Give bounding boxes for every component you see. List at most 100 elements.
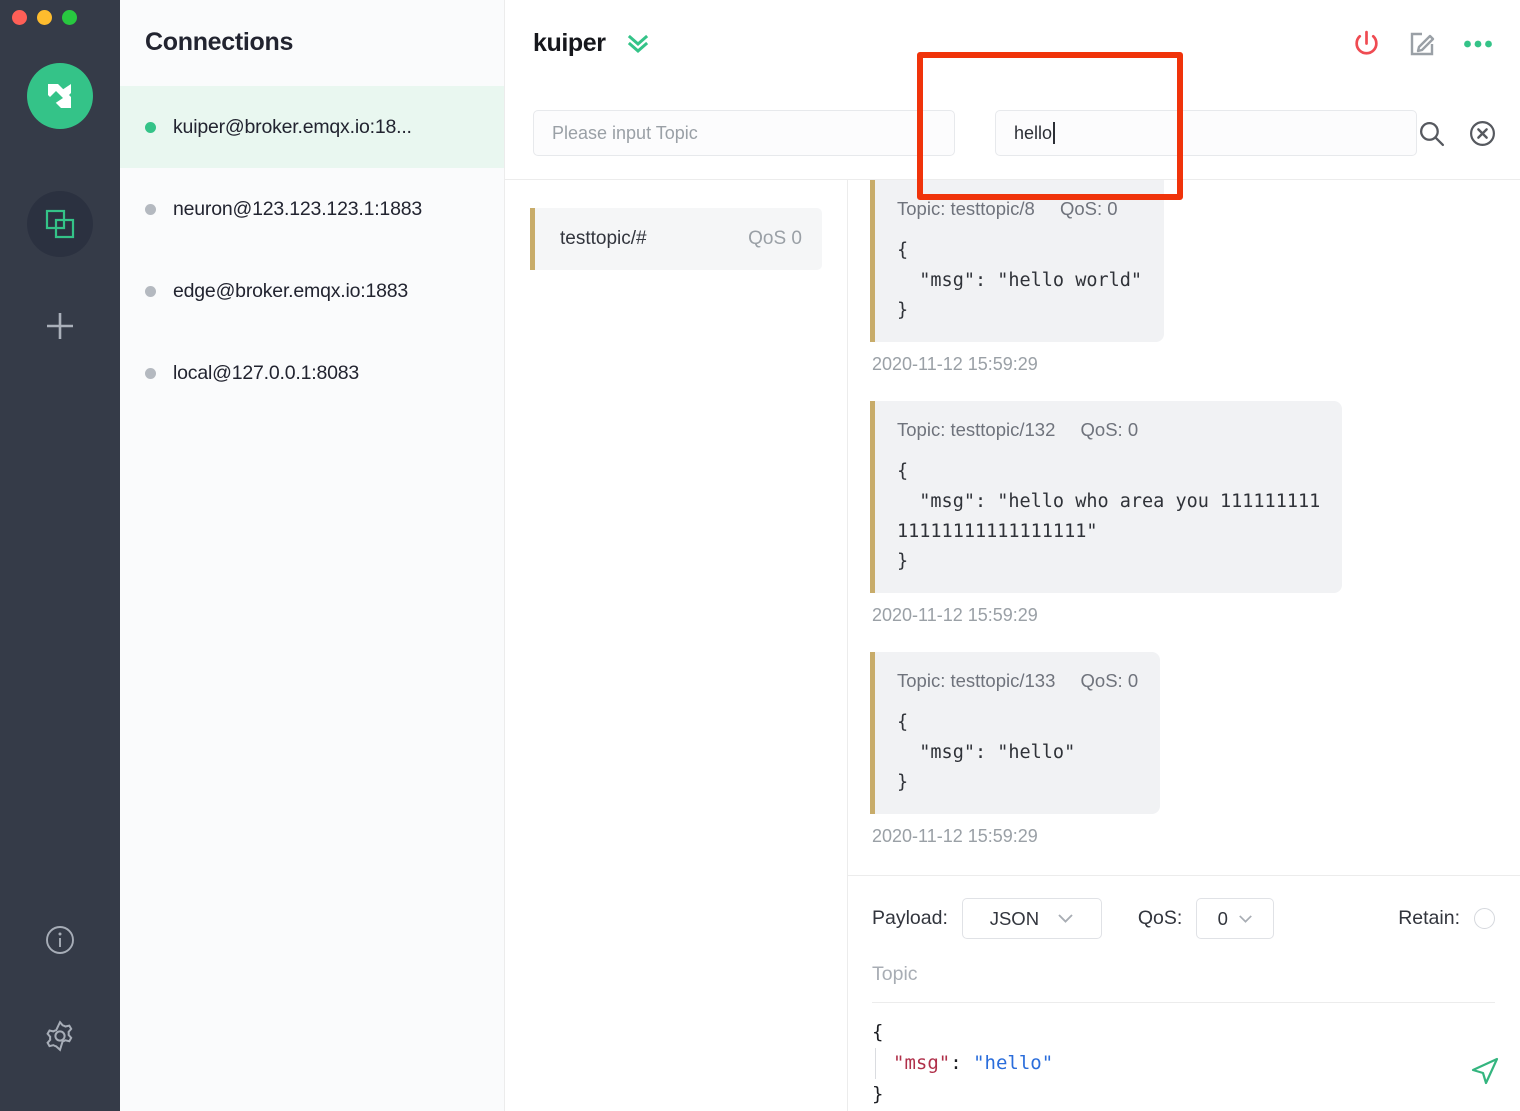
connection-topbar: kuiper bbox=[505, 0, 1520, 87]
search-toolbar: Please input Topic hello bbox=[505, 87, 1520, 180]
publish-options-row: Payload: JSON QoS: 0 Retain: bbox=[872, 898, 1495, 939]
message-meta: Topic: testtopic/8 QoS: 0 bbox=[897, 198, 1142, 220]
connection-item-local[interactable]: local@127.0.0.1:8083 bbox=[120, 332, 504, 414]
editor-line-open: { bbox=[872, 1021, 884, 1043]
left-rail bbox=[0, 0, 120, 1111]
messages-column: Topic: testtopic/8 QoS: 0 { "msg": "hell… bbox=[848, 180, 1520, 1111]
payload-label: Payload: bbox=[872, 907, 948, 929]
search-topic-input[interactable]: Please input Topic bbox=[533, 110, 955, 156]
connection-label: edge@broker.emqx.io:1883 bbox=[173, 279, 409, 302]
window-minimize-button[interactable] bbox=[37, 10, 52, 25]
content-row: testtopic/# QoS 0 Topic: testtopic/8 QoS… bbox=[505, 180, 1520, 1111]
message-payload: { "msg": "hello" } bbox=[897, 711, 1076, 793]
status-dot-disconnected bbox=[145, 285, 156, 297]
qos-select[interactable]: 0 bbox=[1196, 898, 1275, 939]
retain-control[interactable]: Retain: bbox=[1398, 907, 1495, 930]
connection-title: kuiper bbox=[533, 29, 606, 57]
message-meta: Topic: testtopic/133 QoS: 0 bbox=[897, 670, 1138, 692]
rail-bottom-actions bbox=[0, 924, 120, 1053]
message-item: Topic: testtopic/133 QoS: 0 { "msg": "he… bbox=[870, 651, 1493, 847]
mqttx-app-window: Connections kuiper@broker.emqx.io:18... … bbox=[0, 0, 1520, 1111]
publish-payload-editor[interactable]: { "msg": "hello" } bbox=[872, 1017, 1495, 1109]
publish-topic-placeholder: Topic bbox=[872, 963, 918, 985]
status-dot-disconnected bbox=[145, 203, 156, 215]
connection-label: neuron@123.123.123.1:1883 bbox=[173, 197, 423, 220]
message-qos: QoS: 0 bbox=[1080, 669, 1139, 691]
page-title: Connections bbox=[145, 28, 294, 56]
connection-label: kuiper@broker.emqx.io:18... bbox=[173, 115, 412, 138]
message-topic: Topic: testtopic/133 bbox=[897, 669, 1056, 691]
chevron-down-icon bbox=[1239, 914, 1252, 923]
window-traffic-lights bbox=[12, 10, 77, 25]
search-button[interactable] bbox=[1417, 119, 1446, 148]
sidebar-item-connections[interactable] bbox=[27, 191, 93, 257]
editor-line-close: } bbox=[872, 1082, 884, 1105]
payload-format-value: JSON bbox=[989, 907, 1040, 929]
message-qos: QoS: 0 bbox=[1080, 418, 1139, 440]
settings-button[interactable] bbox=[43, 1019, 77, 1053]
publish-panel: Payload: JSON QoS: 0 Retain: Topic {"ms… bbox=[848, 875, 1520, 1111]
message-meta: Topic: testtopic/132 QoS: 0 bbox=[897, 419, 1320, 441]
status-dot-connected bbox=[145, 121, 156, 133]
clear-search-button[interactable] bbox=[1468, 119, 1497, 148]
connections-panel: Connections kuiper@broker.emqx.io:18... … bbox=[120, 0, 505, 1111]
message-bubble[interactable]: Topic: testtopic/133 QoS: 0 { "msg": "he… bbox=[870, 651, 1161, 814]
connection-item-kuiper[interactable]: kuiper@broker.emqx.io:18... bbox=[120, 86, 504, 168]
editor-value: "hello" bbox=[973, 1051, 1054, 1074]
chevron-down-icon bbox=[1058, 914, 1073, 923]
qos-value: 0 bbox=[1217, 907, 1228, 929]
send-message-button[interactable] bbox=[1467, 1053, 1503, 1089]
retain-label: Retain: bbox=[1398, 907, 1460, 929]
message-bubble[interactable]: Topic: testtopic/132 QoS: 0 { "msg": "he… bbox=[870, 400, 1343, 593]
search-icon bbox=[1420, 121, 1445, 146]
subscriptions-panel: testtopic/# QoS 0 bbox=[505, 180, 848, 1111]
message-bubble[interactable]: Topic: testtopic/8 QoS: 0 { "msg": "hell… bbox=[870, 180, 1165, 342]
search-keyword-input[interactable]: hello bbox=[995, 110, 1417, 156]
edit-connection-button[interactable] bbox=[1408, 30, 1436, 58]
connection-item-neuron[interactable]: neuron@123.123.123.1:1883 bbox=[120, 168, 504, 250]
message-timestamp: 2020-11-12 15:59:29 bbox=[872, 604, 1038, 625]
window-maximize-button[interactable] bbox=[62, 10, 77, 25]
retain-toggle[interactable] bbox=[1474, 908, 1495, 929]
text-caret bbox=[1053, 122, 1055, 144]
more-options-button[interactable] bbox=[1463, 38, 1493, 50]
publish-topic-input[interactable]: Topic bbox=[872, 963, 1495, 1002]
info-icon bbox=[46, 926, 74, 954]
double-chevron-down-icon bbox=[627, 34, 648, 53]
connection-label: local@127.0.0.1:8083 bbox=[173, 361, 360, 384]
search-actions bbox=[1417, 119, 1497, 148]
subscription-topic: testtopic/# bbox=[560, 228, 647, 249]
ellipsis-icon bbox=[1464, 40, 1492, 47]
subscription-item[interactable]: testtopic/# QoS 0 bbox=[530, 208, 822, 270]
power-icon bbox=[1355, 30, 1378, 55]
main-content: kuiper Please input Topic hello testtopi… bbox=[505, 0, 1520, 1111]
connection-item-edge[interactable]: edge@broker.emqx.io:1883 bbox=[120, 250, 504, 332]
mqttx-logo-icon bbox=[27, 63, 93, 129]
publish-divider bbox=[872, 1002, 1495, 1003]
message-qos: QoS: 0 bbox=[1059, 198, 1118, 219]
send-paper-plane-icon bbox=[1471, 1057, 1499, 1085]
subscription-qos: QoS 0 bbox=[748, 228, 802, 249]
search-topic-placeholder: Please input Topic bbox=[552, 122, 698, 143]
search-keyword-value: hello bbox=[1014, 122, 1053, 143]
message-timestamp: 2020-11-12 15:59:29 bbox=[872, 353, 1038, 374]
plus-icon bbox=[47, 313, 73, 339]
message-timestamp: 2020-11-12 15:59:29 bbox=[872, 825, 1038, 846]
new-connection-button[interactable] bbox=[27, 299, 93, 353]
message-item: Topic: testtopic/8 QoS: 0 { "msg": "hell… bbox=[870, 180, 1493, 375]
message-payload: { "msg": "hello who area you 111111111 1… bbox=[897, 460, 1321, 572]
messages-list[interactable]: Topic: testtopic/8 QoS: 0 { "msg": "hell… bbox=[848, 180, 1520, 875]
message-item: Topic: testtopic/132 QoS: 0 { "msg": "he… bbox=[870, 400, 1493, 626]
editor-key: "msg" bbox=[893, 1051, 951, 1074]
disconnect-button[interactable] bbox=[1352, 29, 1381, 58]
payload-format-select[interactable]: JSON bbox=[961, 898, 1102, 939]
status-dot-disconnected bbox=[145, 367, 156, 379]
collapse-toggle[interactable] bbox=[624, 30, 652, 58]
message-topic: Topic: testtopic/132 bbox=[897, 418, 1056, 440]
gear-icon bbox=[46, 1020, 73, 1052]
edit-icon bbox=[1410, 32, 1435, 55]
message-topic: Topic: testtopic/8 bbox=[897, 198, 1035, 219]
about-button[interactable] bbox=[44, 924, 76, 956]
message-payload: { "msg": "hello world" } bbox=[897, 240, 1143, 321]
window-close-button[interactable] bbox=[12, 10, 27, 25]
